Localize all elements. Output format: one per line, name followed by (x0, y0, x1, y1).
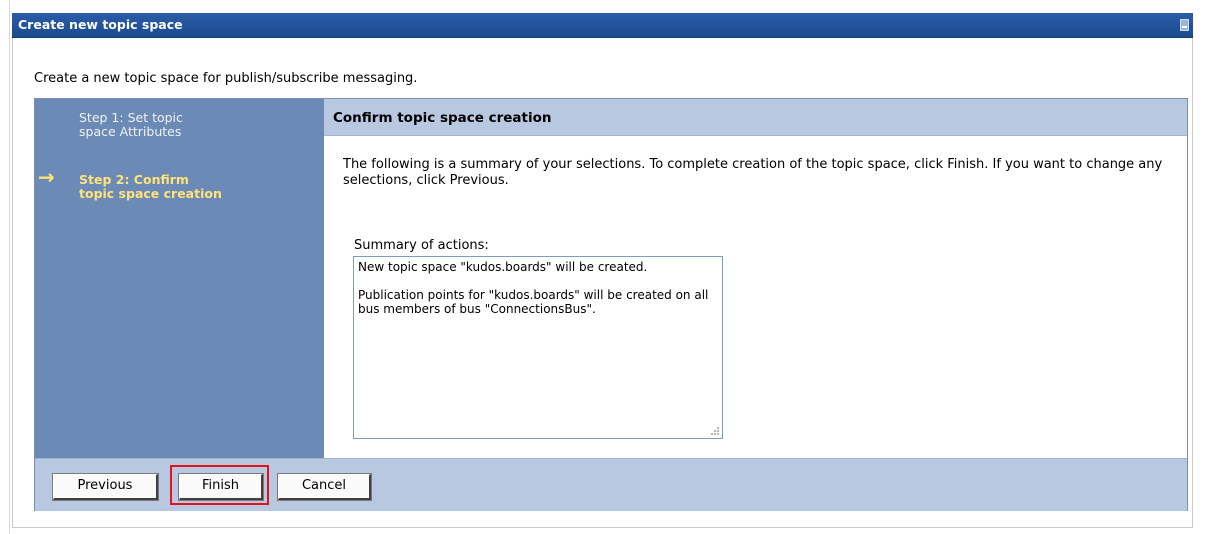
button-bar: Previous Finish Cancel (35, 458, 1187, 511)
step-1-line-2: space Attributes (79, 124, 182, 139)
step-2-line-2: topic space creation (79, 186, 222, 201)
content-header: Confirm topic space creation (324, 99, 1187, 136)
window-title: Create new topic space (18, 17, 183, 32)
steps-sidebar: Step 1: Set topic space Attributes → Ste… (35, 99, 324, 458)
summary-text: New topic space "kudos.boards" will be c… (358, 260, 709, 316)
summary-description: The following is a summary of your selec… (343, 157, 1163, 188)
window-titlebar: Create new topic space (12, 13, 1193, 38)
wizard-panel: Step 1: Set topic space Attributes → Ste… (34, 98, 1188, 511)
minimize-icon[interactable] (1180, 19, 1189, 31)
previous-button[interactable]: Previous (52, 473, 159, 501)
window-left-edge (9, 0, 10, 534)
content-heading: Confirm topic space creation (333, 110, 552, 126)
step-2-line-1: Step 2: Confirm (79, 172, 189, 187)
current-step-arrow-icon: → (38, 165, 55, 189)
step-1-line-1: Step 1: Set topic (79, 110, 183, 125)
intro-text: Create a new topic space for publish/sub… (34, 71, 418, 86)
summary-label: Summary of actions: (354, 238, 489, 253)
step-2-confirm: Step 2: Confirm topic space creation (79, 173, 222, 201)
resize-grip-icon[interactable] (709, 425, 719, 435)
finish-button[interactable]: Finish (178, 473, 264, 501)
summary-textarea[interactable]: New topic space "kudos.boards" will be c… (353, 256, 723, 439)
step-1-set-attributes[interactable]: Step 1: Set topic space Attributes (79, 111, 183, 139)
cancel-button[interactable]: Cancel (277, 473, 372, 501)
